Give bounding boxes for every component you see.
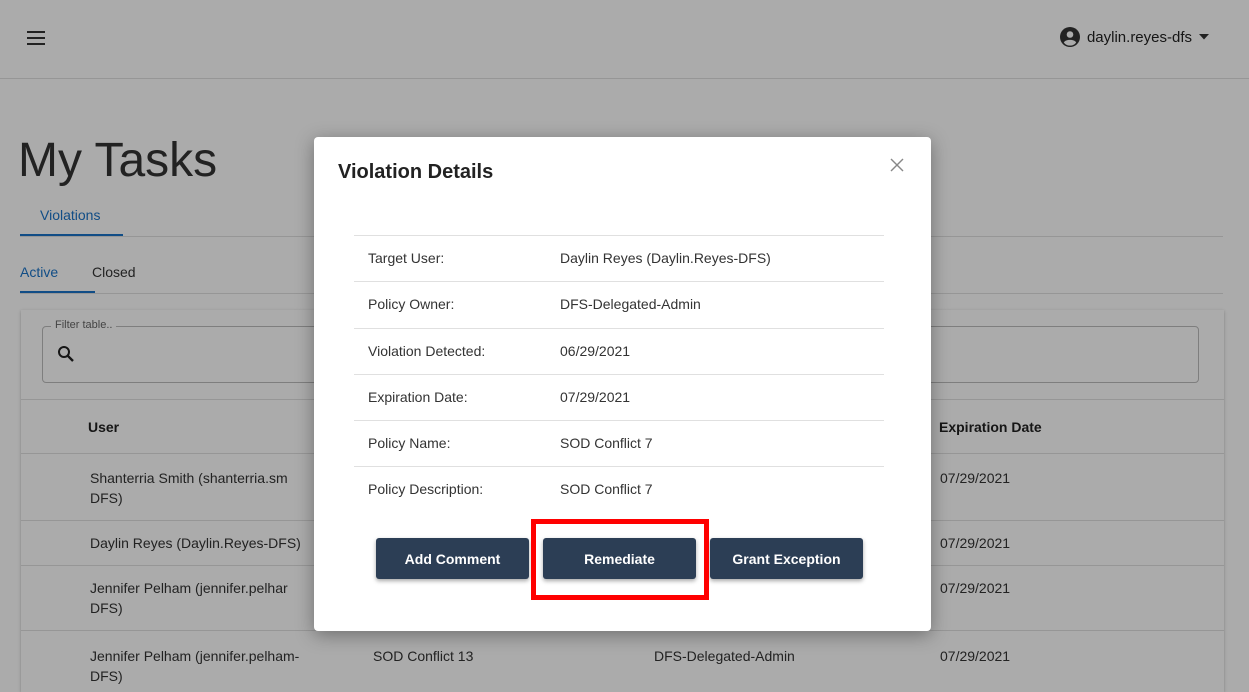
violation-details-dialog: Violation Details Target User: Daylin Re… [314,137,931,631]
detail-value: SOD Conflict 7 [560,435,653,452]
detail-value: Daylin Reyes (Daylin.Reyes-DFS) [560,250,771,266]
detail-label: Policy Owner: [368,296,455,313]
detail-row-target-user: Target User: Daylin Reyes (Daylin.Reyes-… [354,236,884,283]
grant-exception-button[interactable]: Grant Exception [710,538,863,579]
detail-value: 06/29/2021 [560,342,631,359]
detail-row-policy-description: Policy Description: SOD Conflict 7 [354,467,884,513]
detail-label: Policy Name: [368,435,451,452]
detail-label: Policy Description: [368,481,484,498]
detail-row-violation-detected: Violation Detected: 06/29/2021 [354,329,884,375]
dialog-title: Violation Details [338,161,494,183]
detail-value: SOD Conflict 7 [560,481,653,498]
detail-value: 07/29/2021 [560,388,631,405]
detail-label: Target User: [368,250,445,266]
detail-value: DFS-Delegated-Admin [560,296,701,313]
detail-label: Expiration Date: [368,388,468,405]
remediate-button[interactable]: Remediate [543,538,696,579]
detail-row-policy-name: Policy Name: SOD Conflict 7 [354,421,884,468]
detail-row-policy-owner: Policy Owner: DFS-Delegated-Admin [354,282,884,329]
detail-row-expiration-date: Expiration Date: 07/29/2021 [354,375,884,422]
close-icon[interactable] [889,157,905,173]
add-comment-button[interactable]: Add Comment [376,538,529,579]
violation-details-list: Target User: Daylin Reyes (Daylin.Reyes-… [354,235,884,514]
detail-label: Violation Detected: [368,342,486,359]
